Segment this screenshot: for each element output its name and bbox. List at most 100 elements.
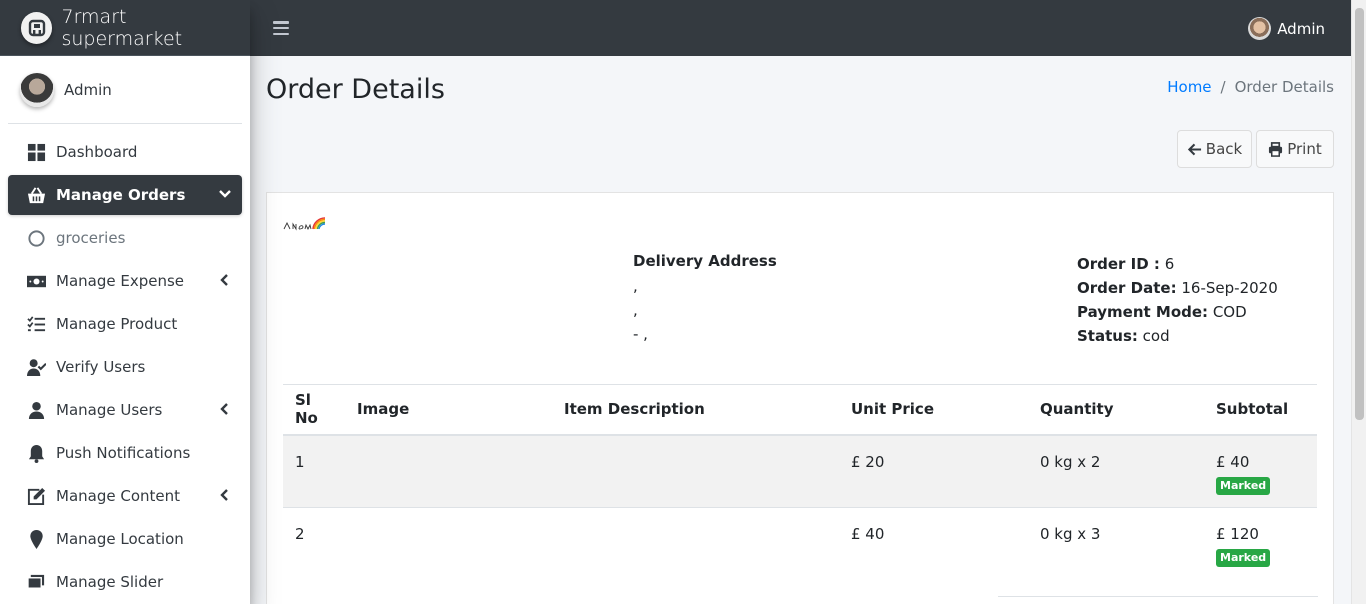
shop-logo — [283, 215, 327, 233]
status-badge: Marked — [1216, 549, 1271, 567]
totals-divider — [998, 596, 1318, 597]
sidebar-item-label: Manage Expense — [56, 272, 185, 290]
print-button[interactable]: Print — [1256, 130, 1334, 168]
basket-icon — [26, 185, 46, 205]
print-button-label: Print — [1287, 140, 1322, 158]
status-value: cod — [1142, 327, 1170, 345]
sidebar-item-push-notifications[interactable]: Push Notifications — [8, 433, 242, 473]
cell-image — [345, 434, 552, 508]
breadcrumb-current: Order Details — [1234, 78, 1334, 96]
column-header: Unit Price — [839, 384, 1028, 436]
payment-mode-row: Payment Mode: COD — [1077, 300, 1278, 324]
sidebar-item-label: Manage Product — [56, 315, 178, 333]
table-header-row: Sl No Image Item Description Unit Price … — [283, 384, 1317, 436]
table-row: 1 £ 20 0 kg x 2 £ 40 Marked — [283, 434, 1317, 508]
payment-mode-value: COD — [1212, 303, 1247, 321]
brand-link[interactable]: 7rmart supermarket — [0, 0, 250, 56]
sidebar-user-name[interactable]: Admin — [64, 81, 112, 99]
top-navbar: Admin — [250, 0, 1351, 56]
invoice-card: Delivery Address , , - , Order ID : 6 Or… — [266, 192, 1334, 604]
order-date-label: Order Date: — [1077, 279, 1177, 297]
breadcrumb-home-link[interactable]: Home — [1167, 78, 1211, 96]
print-icon — [1269, 141, 1283, 157]
column-header: Sl No — [283, 384, 345, 436]
cell-subtotal: £ 120 Marked — [1204, 507, 1317, 581]
sidebar-item-manage-orders[interactable]: Manage Orders — [8, 175, 242, 215]
chevron-down-icon — [218, 187, 232, 201]
back-button-label: Back — [1205, 140, 1243, 158]
sidebar-nav: Dashboard Manage Orders groceries Manage… — [0, 124, 250, 602]
breadcrumb-separator: / — [1220, 78, 1226, 96]
sidebar-item-dashboard[interactable]: Dashboard — [8, 132, 242, 172]
top-user-name: Admin — [1277, 19, 1325, 38]
hamburger-menu-icon[interactable] — [273, 20, 289, 36]
status-row: Status: cod — [1077, 324, 1278, 348]
user-check-icon — [26, 357, 46, 377]
money-bill-icon — [26, 271, 46, 291]
order-items-table: Sl No Image Item Description Unit Price … — [283, 384, 1317, 581]
order-date-row: Order Date: 16-Sep-2020 — [1077, 276, 1278, 300]
column-header: Item Description — [552, 384, 839, 436]
circle-icon — [26, 228, 46, 248]
cell-subtotal: £ 40 Marked — [1204, 434, 1317, 508]
bell-icon — [26, 443, 46, 463]
sidebar-item-label: Manage Users — [56, 401, 163, 419]
sidebar-item-manage-expense[interactable]: Manage Expense — [8, 261, 242, 301]
order-date-value: 16-Sep-2020 — [1181, 279, 1278, 297]
sidebar-item-groceries[interactable]: groceries — [8, 218, 242, 258]
main-content: Order Details Home / Order Details Back … — [250, 56, 1351, 604]
sidebar-item-label: Manage Orders — [56, 186, 186, 204]
column-header: Quantity — [1028, 384, 1204, 436]
brand-logo-icon — [21, 11, 53, 44]
sidebar-item-label: Manage Location — [56, 530, 184, 548]
avatar — [1248, 17, 1272, 40]
sidebar-item-manage-slider[interactable]: Manage Slider — [8, 562, 242, 602]
tasks-icon — [26, 314, 46, 334]
sidebar-item-manage-product[interactable]: Manage Product — [8, 304, 242, 344]
sidebar-user-panel[interactable]: Admin — [8, 56, 242, 124]
chevron-left-icon — [218, 402, 232, 416]
delivery-address-title: Delivery Address — [633, 252, 777, 270]
cell-unit-price: £ 20 — [839, 434, 1028, 508]
sidebar-item-manage-location[interactable]: Manage Location — [8, 519, 242, 559]
chevron-left-icon — [218, 488, 232, 502]
cell-description — [552, 507, 839, 581]
chevron-left-icon — [218, 273, 232, 287]
sidebar-item-manage-content[interactable]: Manage Content — [8, 476, 242, 516]
delivery-address-line: , — [633, 277, 638, 295]
column-header: Subtotal — [1204, 384, 1317, 436]
sidebar-item-label: Manage Slider — [56, 573, 164, 591]
payment-mode-label: Payment Mode: — [1077, 303, 1209, 321]
scrollbar-thumb[interactable] — [1355, 8, 1364, 420]
sidebar-item-label: Verify Users — [56, 358, 146, 376]
map-marker-icon — [26, 529, 46, 549]
page-scrollbar[interactable] — [1351, 0, 1366, 604]
order-id-value: 6 — [1164, 255, 1175, 273]
order-id-label: Order ID : — [1077, 255, 1160, 273]
subtotal-value: £ 40 — [1216, 452, 1250, 471]
cell-quantity: 0 kg x 2 — [1028, 434, 1204, 508]
arrow-left-icon — [1187, 143, 1201, 155]
cell-unit-price: £ 40 — [839, 507, 1028, 581]
order-id-row: Order ID : 6 — [1077, 252, 1278, 276]
breadcrumb: Home / Order Details — [1167, 78, 1334, 96]
order-info: Order ID : 6 Order Date: 16-Sep-2020 Pay… — [1077, 252, 1278, 348]
cell-image — [345, 507, 552, 581]
sidebar-item-manage-users[interactable]: Manage Users — [8, 390, 242, 430]
status-badge: Marked — [1216, 476, 1271, 495]
sidebar-item-label: groceries — [56, 229, 126, 247]
table-row: 2 £ 40 0 kg x 3 £ 120 Marked — [283, 507, 1317, 581]
sidebar-item-verify-users[interactable]: Verify Users — [8, 347, 242, 387]
back-button[interactable]: Back — [1177, 130, 1252, 168]
status-label: Status: — [1077, 327, 1138, 345]
edit-icon — [26, 486, 46, 506]
sidebar-item-label: Push Notifications — [56, 444, 191, 462]
column-header: Image — [345, 384, 552, 436]
cell-description — [552, 434, 839, 508]
cell-quantity: 0 kg x 3 — [1028, 507, 1204, 581]
brand-name: 7rmart supermarket — [61, 5, 183, 50]
top-user-menu[interactable]: Admin — [1248, 17, 1325, 40]
cell-sl-no: 1 — [283, 434, 345, 508]
sidebar-item-label: Manage Content — [56, 487, 181, 505]
delivery-address-line: - , — [633, 325, 648, 343]
